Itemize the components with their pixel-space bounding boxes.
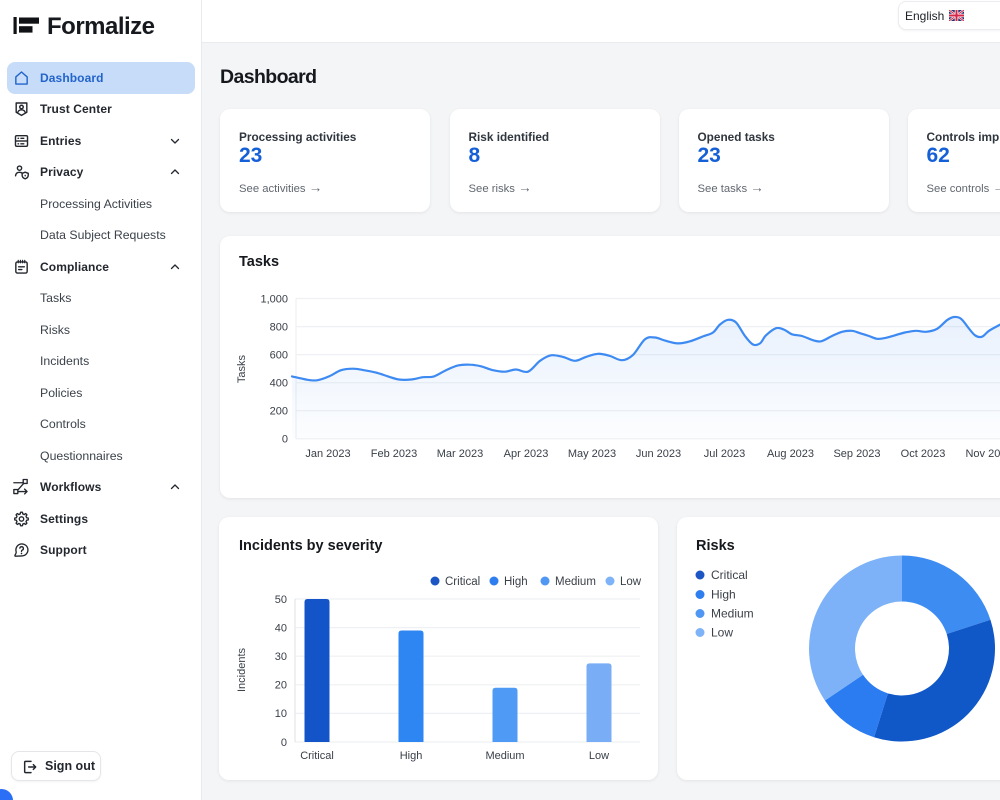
svg-text:0: 0 — [281, 737, 287, 749]
svg-text:Medium: Medium — [711, 607, 754, 621]
svg-text:30: 30 — [275, 651, 287, 663]
svg-text:Jan 2023: Jan 2023 — [305, 448, 350, 460]
svg-text:Feb 2023: Feb 2023 — [371, 448, 417, 460]
svg-text:Critical: Critical — [711, 568, 748, 582]
svg-text:Oct 2023: Oct 2023 — [901, 448, 946, 460]
svg-text:Jun 2023: Jun 2023 — [636, 448, 681, 460]
svg-text:Medium: Medium — [485, 750, 524, 762]
svg-text:Mar 2023: Mar 2023 — [437, 448, 483, 460]
svg-text:0: 0 — [282, 434, 288, 446]
svg-text:Nov 2023: Nov 2023 — [965, 448, 1000, 460]
svg-text:Apr 2023: Apr 2023 — [504, 448, 549, 460]
svg-text:800: 800 — [270, 321, 288, 333]
svg-text:400: 400 — [270, 378, 288, 390]
svg-text:20: 20 — [275, 680, 287, 692]
svg-text:High: High — [504, 576, 528, 588]
svg-text:Low: Low — [589, 750, 609, 762]
svg-text:Sep 2023: Sep 2023 — [833, 448, 880, 460]
svg-text:Tasks: Tasks — [236, 354, 248, 383]
svg-text:50: 50 — [275, 594, 287, 606]
svg-text:1,000: 1,000 — [260, 293, 288, 305]
svg-text:Jul 2023: Jul 2023 — [704, 448, 746, 460]
svg-text:Medium: Medium — [555, 576, 596, 588]
svg-text:Aug 2023: Aug 2023 — [767, 448, 814, 460]
svg-text:10: 10 — [275, 708, 287, 720]
svg-text:Incidents: Incidents — [236, 647, 248, 692]
svg-text:40: 40 — [275, 622, 287, 634]
svg-text:Critical: Critical — [445, 576, 480, 588]
svg-text:200: 200 — [270, 406, 288, 418]
svg-text:May 2023: May 2023 — [568, 448, 616, 460]
svg-text:Low: Low — [620, 576, 642, 588]
svg-text:High: High — [711, 588, 736, 602]
svg-text:600: 600 — [270, 349, 288, 361]
svg-text:High: High — [400, 750, 423, 762]
svg-text:Low: Low — [711, 626, 733, 640]
svg-text:Critical: Critical — [300, 750, 334, 762]
